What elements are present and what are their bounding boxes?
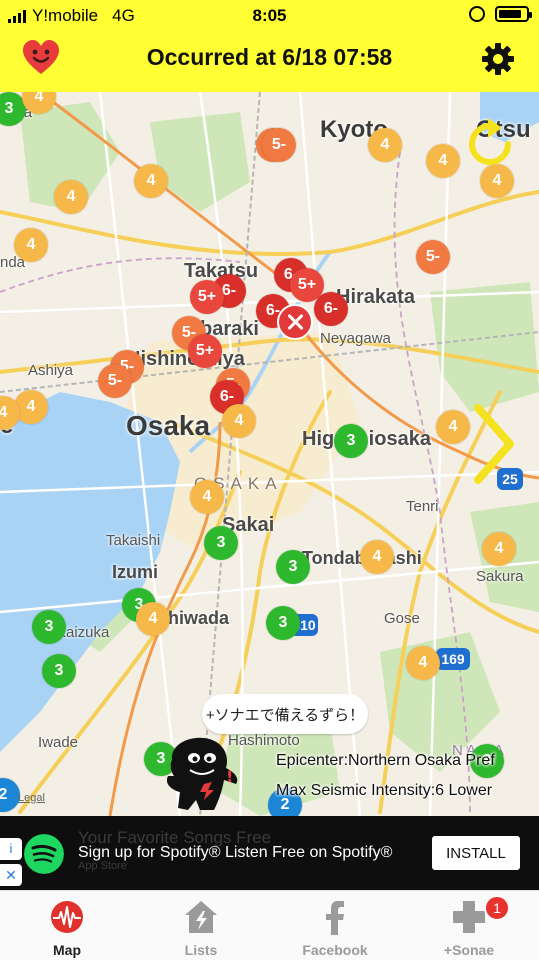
ad-info-icon[interactable]: i	[0, 838, 22, 860]
intensity-marker[interactable]: 4	[54, 180, 88, 214]
place-neyagawa: Neyagawa	[320, 330, 391, 347]
intensity-marker[interactable]: 3	[266, 606, 300, 640]
place-izumi: Izumi	[112, 562, 159, 582]
gear-icon[interactable]	[481, 42, 515, 76]
chevron-right-icon[interactable]	[472, 404, 516, 484]
top-bar: Y!mobile 4G 8:05 Occurred at 6/18 07:58	[0, 0, 539, 92]
ad-banner[interactable]: Your Favorite Songs Free App Store i ✕ S…	[0, 816, 539, 890]
clock: 8:05	[252, 6, 287, 25]
place-hirakata: Hirakata	[336, 286, 415, 308]
intensity-marker[interactable]: 4	[368, 128, 402, 162]
intensity-marker[interactable]: 3	[204, 526, 238, 560]
intensity-marker[interactable]: 4	[426, 144, 460, 178]
install-button[interactable]: INSTALL	[432, 836, 520, 870]
page-title: Occurred at 6/18 07:58	[146, 44, 393, 70]
ad-text: Sign up for Spotify® Listen Free on Spot…	[78, 844, 393, 861]
tab-sonae[interactable]: 1 +Sonae	[402, 891, 536, 960]
status-bar: Y!mobile 4G 8:05	[0, 0, 539, 32]
intensity-marker[interactable]: 3	[32, 610, 66, 644]
intensity-marker[interactable]: 4	[406, 646, 440, 680]
replay-icon[interactable]	[464, 118, 516, 170]
battery-icon	[495, 6, 532, 22]
tab-map[interactable]: Map	[0, 891, 134, 960]
intensity-marker[interactable]: 5+	[190, 280, 224, 314]
intensity-marker[interactable]: 4	[190, 480, 224, 514]
plus-icon	[453, 901, 485, 933]
epicenter-marker[interactable]	[277, 304, 313, 340]
place-gose: Gose	[384, 610, 420, 627]
max-intensity-text: Max Seismic Intensity:6 Lower	[276, 782, 493, 799]
facebook-icon	[326, 901, 344, 935]
mascot-icon[interactable]: !	[160, 736, 246, 814]
lightning-house-icon	[185, 901, 217, 933]
intensity-marker[interactable]: 3	[276, 550, 310, 584]
tab-facebook[interactable]: Facebook	[268, 891, 402, 960]
intensity-marker[interactable]: 5-	[416, 240, 450, 274]
place-osaka: Osaka	[126, 410, 211, 441]
tab-bar: Map Lists Facebook 1 +Sonae	[0, 890, 539, 960]
intensity-marker[interactable]: 4	[222, 404, 256, 438]
speech-bubble: +ソナエで備えるずら！	[202, 694, 368, 734]
tab-label: Facebook	[302, 942, 368, 958]
intensity-marker[interactable]: 4	[136, 602, 170, 636]
intensity-marker[interactable]: 4	[482, 532, 516, 566]
route-169-shield: 169	[436, 648, 470, 670]
intensity-marker[interactable]: 4	[360, 540, 394, 574]
place-ashiya: Ashiya	[28, 362, 74, 379]
intensity-marker[interactable]: 4	[14, 228, 48, 262]
place-sakurai: Sakura	[476, 568, 524, 585]
intensity-marker[interactable]: 5+	[188, 334, 222, 368]
epicenter-text: Epicenter:Northern Osaka Pref	[276, 752, 495, 769]
tab-label: +Sonae	[443, 942, 495, 958]
seismograph-icon	[51, 901, 83, 933]
notification-badge: 1	[484, 895, 510, 921]
seismic-map[interactable]: Kyoto Otsu Takatsu baraki Hirakata Neyag…	[0, 92, 539, 816]
intensity-marker[interactable]: 5-	[262, 128, 296, 162]
intensity-marker[interactable]: 5-	[98, 364, 132, 398]
legal-link[interactable]: Legal	[18, 792, 45, 804]
tab-label: Map	[53, 942, 81, 958]
spotify-logo-icon	[24, 834, 64, 874]
ad-close-icon[interactable]: ✕	[0, 864, 22, 886]
alarm-icon	[469, 6, 485, 22]
intensity-marker[interactable]: 4	[436, 410, 470, 444]
tab-label: Lists	[184, 942, 218, 958]
intensity-marker[interactable]: 3	[334, 424, 368, 458]
intensity-marker[interactable]: 3	[42, 654, 76, 688]
svg-text:!: !	[226, 767, 233, 786]
place-tenri: Tenri	[406, 498, 439, 515]
place-takaishi: Takaishi	[106, 532, 161, 549]
intensity-marker[interactable]: 4	[134, 164, 168, 198]
intensity-marker[interactable]: 6-	[314, 292, 348, 326]
place-iwade: Iwade	[38, 734, 79, 751]
tab-lists[interactable]: Lists	[134, 891, 268, 960]
